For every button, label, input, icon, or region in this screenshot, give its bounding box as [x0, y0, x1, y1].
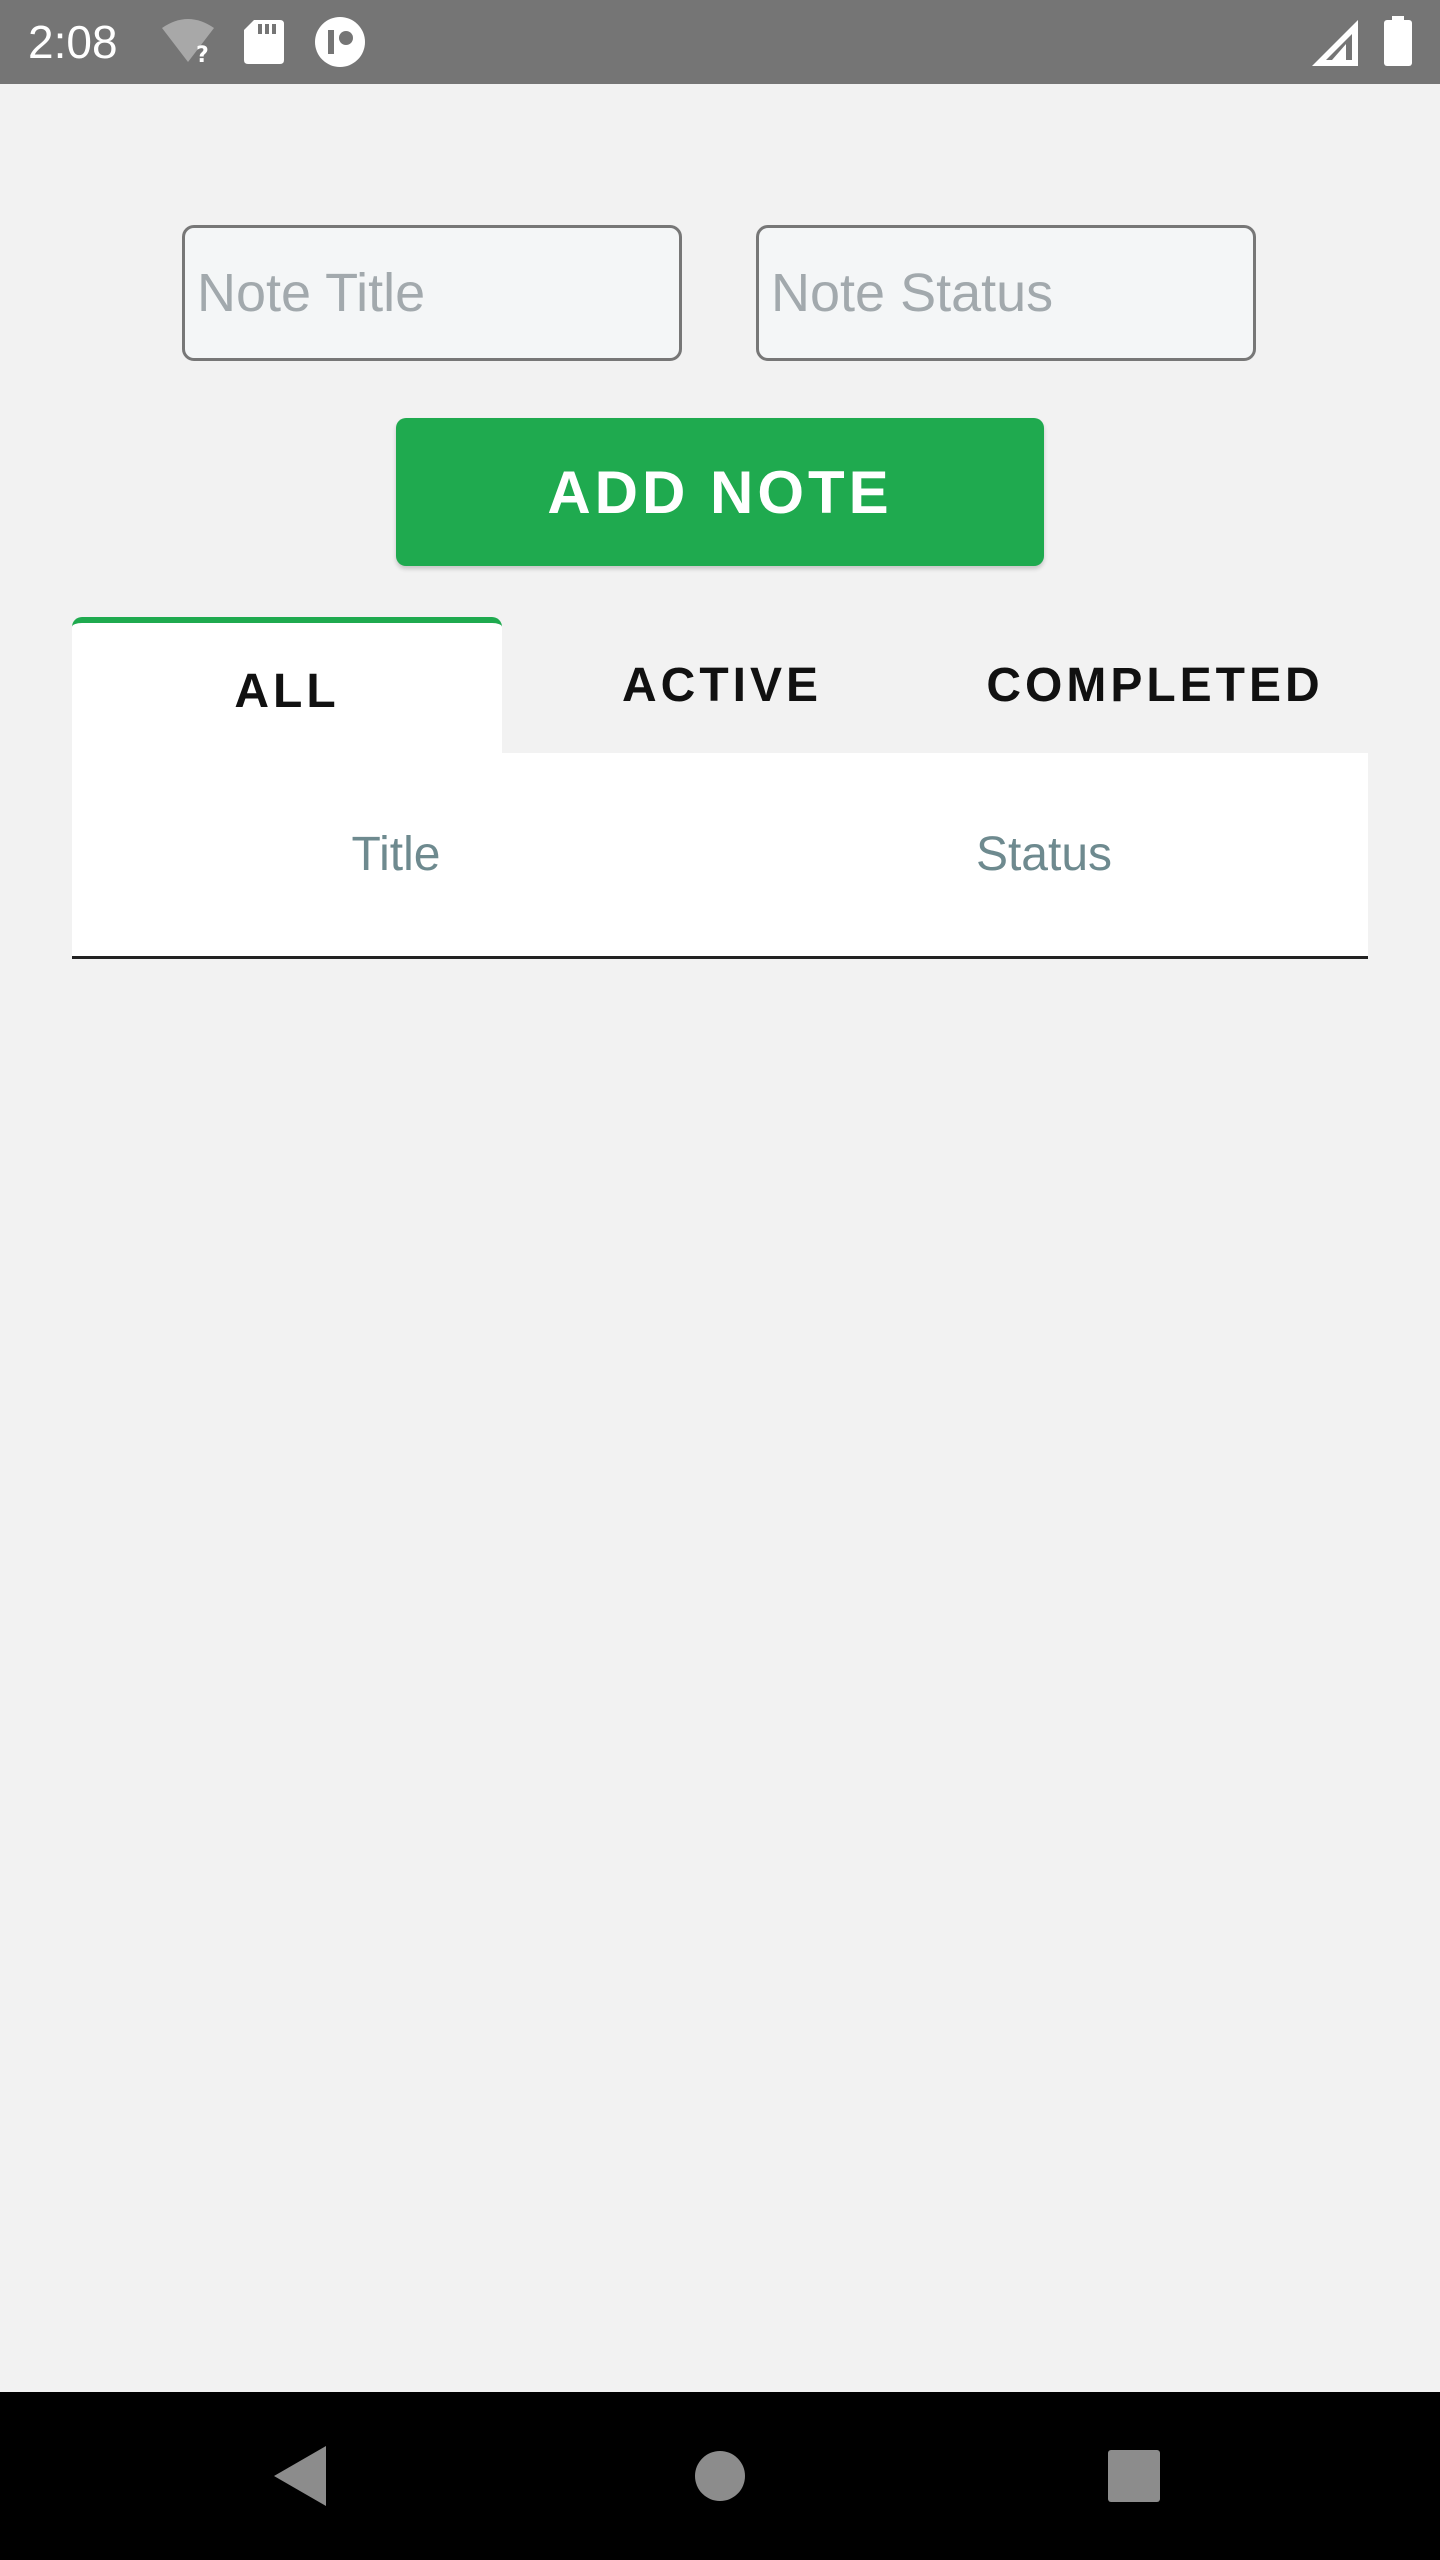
navigation-bar [0, 2392, 1440, 2560]
back-icon[interactable] [274, 2446, 326, 2511]
tab-all[interactable]: ALL [72, 617, 502, 753]
add-note-button[interactable]: ADD NOTE [396, 418, 1044, 566]
cellular-signal-icon [1312, 20, 1358, 71]
notes-table-header: Title Status [72, 753, 1368, 959]
recents-icon[interactable] [1108, 2450, 1160, 2507]
column-header-status: Status [975, 828, 1113, 881]
svg-text:?: ? [196, 43, 209, 66]
app-notification-icon [314, 16, 366, 73]
status-time: 2:08 [28, 16, 118, 68]
wifi-unknown-icon: ? [160, 18, 216, 71]
note-status-input[interactable] [756, 225, 1256, 361]
note-title-input[interactable] [182, 225, 682, 361]
tab-active[interactable]: ACTIVE [502, 617, 942, 753]
status-bar: 2:08 ? [0, 0, 1440, 84]
sd-card-icon [244, 20, 284, 69]
column-header-title: Title [351, 828, 441, 881]
tab-completed[interactable]: COMPLETED [942, 617, 1368, 753]
battery-icon [1384, 16, 1412, 71]
home-icon[interactable] [694, 2450, 746, 2507]
